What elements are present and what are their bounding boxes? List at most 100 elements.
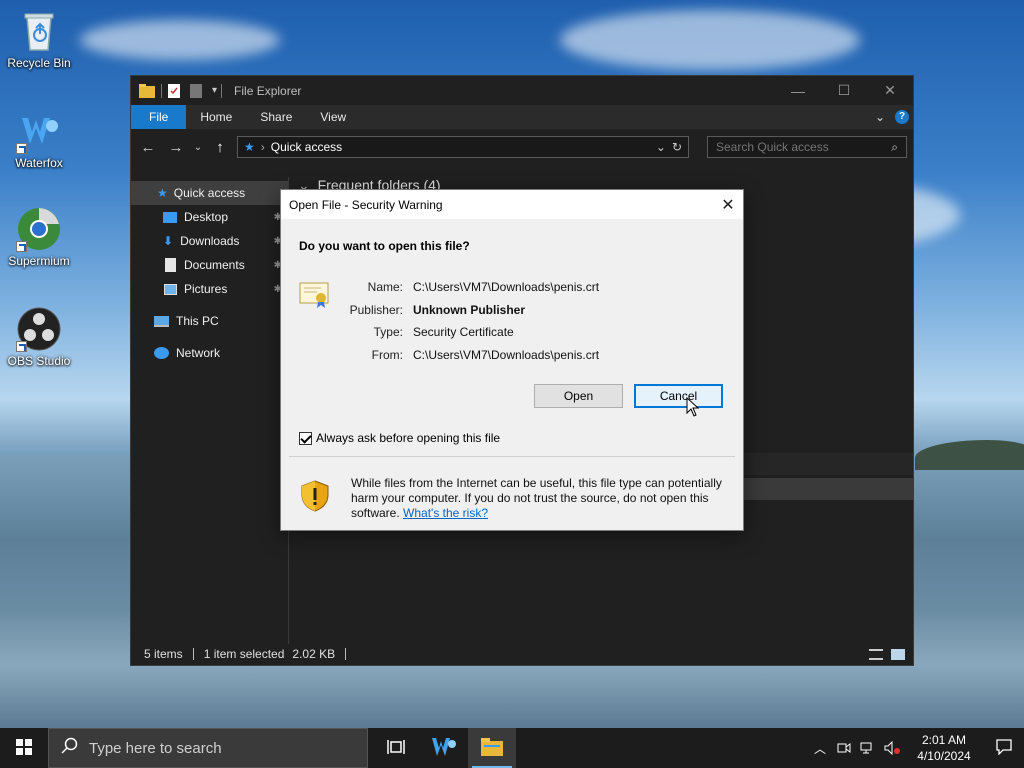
large-icons-view-icon[interactable] [891, 648, 905, 660]
ribbon-tabs: File Home Share View ⌄ ? [131, 105, 913, 129]
from-value: C:\Users\VM7\Downloads\penis.crt [413, 347, 600, 362]
title-separator [221, 83, 223, 98]
customize-quick-access-icon[interactable]: ▾ [212, 85, 217, 96]
type-label: Type: [373, 325, 403, 340]
from-label: From: [371, 347, 403, 362]
shortcut-arrow-icon [16, 143, 27, 154]
status-bar: 5 items 1 item selected 2.02 KB [131, 643, 913, 665]
nav-item-quick-access[interactable]: ★ Quick access [131, 181, 288, 205]
clock[interactable]: 2:01 AM 4/10/2024 [904, 732, 984, 764]
refresh-icon[interactable]: ↻ [672, 140, 682, 154]
desktop-icon-waterfox[interactable]: Waterfox [1, 108, 77, 170]
nav-item-label: Network [176, 346, 221, 360]
desktop-folder-icon [163, 211, 177, 223]
forward-button[interactable]: → [165, 139, 187, 156]
tab-file[interactable]: File [131, 105, 187, 129]
nav-item-label: Documents [184, 258, 245, 272]
downloads-icon: ⬇ [163, 234, 174, 248]
tab-share[interactable]: Share [246, 105, 306, 129]
warning-message: While files from the Internet can be use… [351, 476, 731, 521]
nav-item-label: This PC [176, 314, 219, 328]
notification-center-button[interactable] [984, 728, 1024, 768]
nav-item-desktop[interactable]: Desktop ✱ [131, 205, 288, 229]
tab-home[interactable]: Home [186, 105, 246, 129]
help-icon[interactable]: ? [895, 110, 909, 124]
name-value: C:\Users\VM7\Downloads\penis.crt [413, 280, 600, 295]
recent-locations-icon[interactable]: ⌄ [193, 142, 203, 153]
search-icon: ⌕ [891, 139, 898, 154]
title-separator [161, 83, 162, 98]
dialog-close-button[interactable]: ✕ [713, 195, 743, 215]
taskbar-search-placeholder: Type here to search [89, 739, 222, 757]
address-path: Quick access [270, 140, 343, 154]
windows-logo-icon [16, 738, 32, 758]
always-ask-option[interactable]: Always ask before opening this file [299, 431, 500, 445]
expand-ribbon-icon[interactable]: ⌄ [875, 110, 885, 124]
nav-item-label: Desktop [184, 210, 229, 224]
network-status-icon[interactable] [856, 728, 880, 768]
open-button[interactable]: Open [534, 384, 623, 408]
show-hidden-icons-chevron-icon[interactable]: ︿ [808, 728, 832, 768]
nav-item-pictures[interactable]: Pictures ✱ [131, 277, 288, 301]
up-button[interactable]: ↑ [209, 139, 231, 156]
explorer-title: File Explorer [234, 83, 302, 98]
desktop-icon-recycle-bin[interactable]: Recycle Bin [1, 8, 77, 70]
details-view-icon[interactable] [869, 648, 883, 660]
publisher-value: Unknown Publisher [413, 302, 526, 317]
supermium-icon [16, 206, 62, 252]
search-input[interactable] [716, 140, 892, 154]
whats-the-risk-link[interactable]: What's the risk? [403, 506, 488, 520]
quick-access-star-icon: ★ [244, 140, 255, 154]
cloud [560, 10, 860, 70]
properties-icon[interactable] [168, 83, 184, 98]
name-label: Name: [367, 280, 403, 295]
explorer-title-bar[interactable]: ▾ File Explorer — ☐ ✕ [131, 76, 913, 105]
desktop-icon-label: Supermium [8, 254, 70, 268]
nav-item-label: Downloads [180, 234, 240, 248]
dialog-title-bar[interactable]: Open File - Security Warning ✕ [281, 190, 743, 219]
volume-muted-icon[interactable] [880, 728, 904, 768]
nav-item-network[interactable]: Network [131, 341, 288, 365]
nav-item-label: Pictures [184, 282, 228, 296]
security-warning-dialog[interactable]: Open File - Security Warning ✕ Do you wa… [280, 189, 744, 531]
recycle-bin-icon [16, 8, 62, 54]
always-ask-checkbox[interactable] [299, 431, 312, 445]
dialog-question: Do you want to open this file? [299, 239, 470, 253]
taskbar-waterfox[interactable] [420, 728, 468, 768]
file-details: Name: C:\Users\VM7\Downloads\penis.crt P… [341, 276, 599, 366]
nav-item-downloads[interactable]: ⬇ Downloads ✱ [131, 229, 288, 253]
clock-date: 4/10/2024 [917, 749, 971, 763]
meet-now-icon[interactable] [832, 728, 856, 768]
nav-item-this-pc[interactable]: This PC [131, 309, 288, 333]
address-dropdown-icon[interactable]: ⌄ [656, 140, 666, 154]
close-button[interactable]: ✕ [867, 76, 913, 105]
task-view-button[interactable] [372, 728, 420, 768]
nav-item-documents[interactable]: Documents ✱ [131, 253, 288, 277]
address-row: ← → ⌄ ↑ ★ › Quick access ⌄ ↻ ⌕ [131, 129, 913, 165]
navigation-pane: ★ Quick access Desktop ✱ ⬇ Downloads ✱ D… [131, 177, 289, 644]
dialog-title: Open File - Security Warning [289, 197, 443, 212]
shield-warning-icon [301, 480, 329, 512]
minimize-button[interactable]: — [775, 76, 821, 105]
start-button[interactable] [0, 728, 48, 768]
always-ask-label: Always ask before opening this file [316, 431, 501, 445]
search-box[interactable]: ⌕ [707, 136, 907, 158]
mouse-cursor-icon [686, 396, 700, 417]
taskbar: Type here to search ︿ 2:01 AM 4/10/2024 [0, 728, 1024, 768]
new-folder-icon[interactable] [190, 83, 206, 98]
computer-icon [154, 315, 169, 327]
tab-view[interactable]: View [306, 105, 360, 129]
address-bar[interactable]: ★ › Quick access ⌄ ↻ [237, 136, 689, 158]
cancel-button[interactable]: Cancel [634, 384, 723, 408]
taskbar-file-explorer[interactable] [468, 728, 516, 768]
maximize-button[interactable]: ☐ [821, 76, 867, 105]
taskbar-search-box[interactable]: Type here to search [48, 728, 368, 768]
waterfox-icon [431, 736, 457, 761]
shortcut-arrow-icon [16, 341, 27, 352]
desktop-icon-supermium[interactable]: Supermium [1, 206, 77, 268]
status-size: 2.02 KB [292, 647, 336, 661]
network-icon [154, 347, 169, 359]
back-button[interactable]: ← [137, 139, 159, 156]
desktop-icon-obs-studio[interactable]: OBS Studio [1, 306, 77, 368]
status-separator [192, 648, 194, 660]
